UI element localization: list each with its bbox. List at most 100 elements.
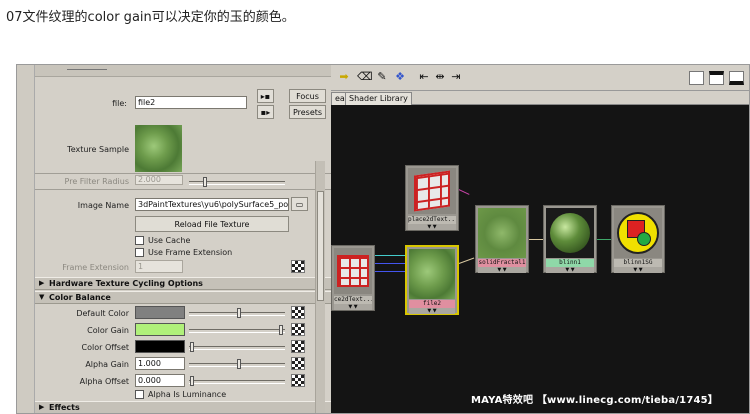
tab-shader-library[interactable]: Shader Library: [345, 92, 412, 105]
slider-knob[interactable]: [203, 177, 207, 187]
slider-knob[interactable]: [279, 325, 283, 335]
editor-side-strip: [17, 65, 35, 413]
alpha-is-luminance-label: Alpha Is Luminance: [148, 390, 227, 399]
color-offset-slider[interactable]: [189, 342, 285, 352]
connection-line: [375, 255, 405, 256]
hw-texture-cycling-section[interactable]: ▶ Hardware Texture Cycling Options: [35, 277, 331, 290]
place2d-icon: [334, 248, 372, 294]
alpha-offset-map-button[interactable]: [291, 374, 305, 387]
use-frame-extension-label: Use Frame Extension: [148, 248, 233, 257]
alpha-offset-field[interactable]: 0.000: [135, 374, 185, 387]
connection-line: [597, 239, 611, 240]
blinn-thumbnail: [546, 208, 594, 258]
shading-group-icon: [614, 208, 662, 258]
color-balance-section[interactable]: ▼ Color Balance: [35, 291, 331, 304]
slider-knob[interactable]: [190, 342, 194, 352]
graph-nodes-icon[interactable]: ❖: [393, 70, 407, 84]
attribute-editor: file: file2 ▸▪ ▪▸ Focus Presets Texture …: [17, 65, 331, 413]
color-offset-map-button[interactable]: [291, 340, 305, 353]
node-label: place2dText...: [408, 216, 456, 224]
hypershade-tabs: ea Shader Library: [331, 91, 749, 105]
default-color-swatch[interactable]: [135, 306, 185, 319]
input-output-icon[interactable]: ⇹: [433, 70, 447, 84]
alpha-is-luminance-checkbox[interactable]: [135, 390, 144, 399]
image-name-input[interactable]: 3dPaintTextures\yu6\polySurface5_polySu: [135, 198, 289, 211]
color-offset-label: Color Offset: [81, 343, 129, 352]
node-label: blinn1: [546, 259, 594, 267]
use-frame-extension-checkbox[interactable]: [135, 248, 144, 257]
connection-line: [458, 257, 475, 264]
alpha-offset-slider[interactable]: [189, 376, 285, 386]
reload-file-texture-button[interactable]: Reload File Texture: [135, 216, 289, 232]
file-name-input[interactable]: file2: [135, 96, 247, 109]
use-cache-checkbox[interactable]: [135, 236, 144, 245]
eraser-icon[interactable]: ⌫: [357, 70, 373, 84]
go-input-icon[interactable]: ▸▪: [257, 89, 274, 103]
default-color-slider[interactable]: [189, 308, 285, 318]
node-file2[interactable]: file2 ▼ ▼: [405, 245, 459, 315]
arrow-right-icon[interactable]: ➡: [337, 70, 351, 84]
node-place2d-top[interactable]: place2dText... ▼ ▼: [405, 165, 459, 231]
alpha-gain-label: Alpha Gain: [85, 360, 129, 369]
connection-line: [527, 239, 543, 240]
alpha-gain-field[interactable]: 1.000: [135, 357, 185, 370]
editor-top-band: [35, 65, 331, 77]
file-texture-thumbnail: [409, 249, 455, 299]
pencil-icon[interactable]: ✎: [375, 70, 389, 84]
file-label: file:: [112, 99, 127, 108]
color-offset-swatch[interactable]: [135, 340, 185, 353]
connection-line: [375, 271, 405, 272]
node-arrows: ▼ ▼: [614, 267, 662, 273]
frame-extension-label: Frame Extension: [62, 263, 129, 272]
alpha-gain-map-button[interactable]: [291, 357, 305, 370]
place2d-icon: [408, 168, 456, 214]
folder-icon[interactable]: ▭: [291, 197, 308, 211]
hypershade-panel: ➡ ⌫ ✎ ❖ ⇤ ⇹ ⇥ ea Shader Library place2dT…: [331, 65, 749, 413]
solid-fractal-thumbnail: [478, 208, 526, 258]
maya-screenshot: file: file2 ▸▪ ▪▸ Focus Presets Texture …: [16, 64, 750, 414]
input-connections-icon[interactable]: ⇤: [417, 70, 431, 84]
frame-extension-map-button[interactable]: [291, 260, 305, 273]
layout-bottom-icon[interactable]: [729, 71, 744, 85]
pre-filter-radius-label: Pre Filter Radius: [64, 177, 129, 186]
hypershade-toolbar: ➡ ⌫ ✎ ❖ ⇤ ⇹ ⇥: [331, 65, 749, 91]
image-name-label: Image Name: [77, 201, 129, 210]
layout-top-icon[interactable]: [709, 71, 724, 85]
slider-knob[interactable]: [190, 376, 194, 386]
frame-extension-field[interactable]: 1: [135, 260, 183, 273]
node-blinn1sg[interactable]: blinn1SG ▼ ▼: [611, 205, 665, 273]
node-arrows: ▼ ▼: [478, 267, 526, 273]
pre-filter-radius-slider[interactable]: [189, 177, 285, 187]
node-place2d-left[interactable]: ce2dText... ▼ ▼: [331, 245, 375, 311]
slider-knob[interactable]: [237, 359, 241, 369]
section-title: Effects: [49, 403, 80, 412]
alpha-gain-slider[interactable]: [189, 359, 285, 369]
use-cache-label: Use Cache: [148, 236, 191, 245]
effects-section[interactable]: ▶ Effects: [35, 401, 331, 413]
color-gain-swatch[interactable]: [135, 323, 185, 336]
presets-button[interactable]: Presets: [289, 105, 326, 119]
work-area[interactable]: place2dText... ▼ ▼ ce2dText... ▼ ▼ file2…: [331, 105, 749, 413]
color-gain-slider[interactable]: [189, 325, 285, 335]
output-connections-icon[interactable]: ⇥: [449, 70, 463, 84]
node-label: blinn1SG: [614, 259, 662, 267]
pre-filter-radius-field[interactable]: 2.000: [135, 175, 183, 185]
section-title: Color Balance: [49, 293, 111, 302]
go-output-icon[interactable]: ▪▸: [257, 105, 274, 119]
slider-knob[interactable]: [237, 308, 241, 318]
node-blinn1[interactable]: blinn1 ▼ ▼: [543, 205, 597, 273]
caption-text: 07文件纹理的color gain可以决定你的玉的颜色。: [6, 10, 295, 25]
expand-arrow-icon: ▶: [39, 403, 45, 411]
color-gain-map-button[interactable]: [291, 323, 305, 336]
default-color-map-button[interactable]: [291, 306, 305, 319]
focus-button[interactable]: Focus: [289, 89, 326, 103]
expand-arrow-icon: ▶: [39, 279, 45, 287]
texture-sample-swatch: [135, 125, 182, 172]
layout-single-icon[interactable]: [689, 71, 704, 85]
watermark-text: MAYA特效吧 【www.linecg.com/tieba/1745】: [471, 395, 719, 406]
node-label: ce2dText...: [334, 296, 372, 304]
scrollbar-thumb[interactable]: [317, 191, 324, 301]
alpha-offset-label: Alpha Offset: [79, 377, 129, 386]
editor-scrollbar[interactable]: [315, 161, 325, 413]
node-solid-fractal[interactable]: solidFractal1 ▼ ▼: [475, 205, 529, 273]
